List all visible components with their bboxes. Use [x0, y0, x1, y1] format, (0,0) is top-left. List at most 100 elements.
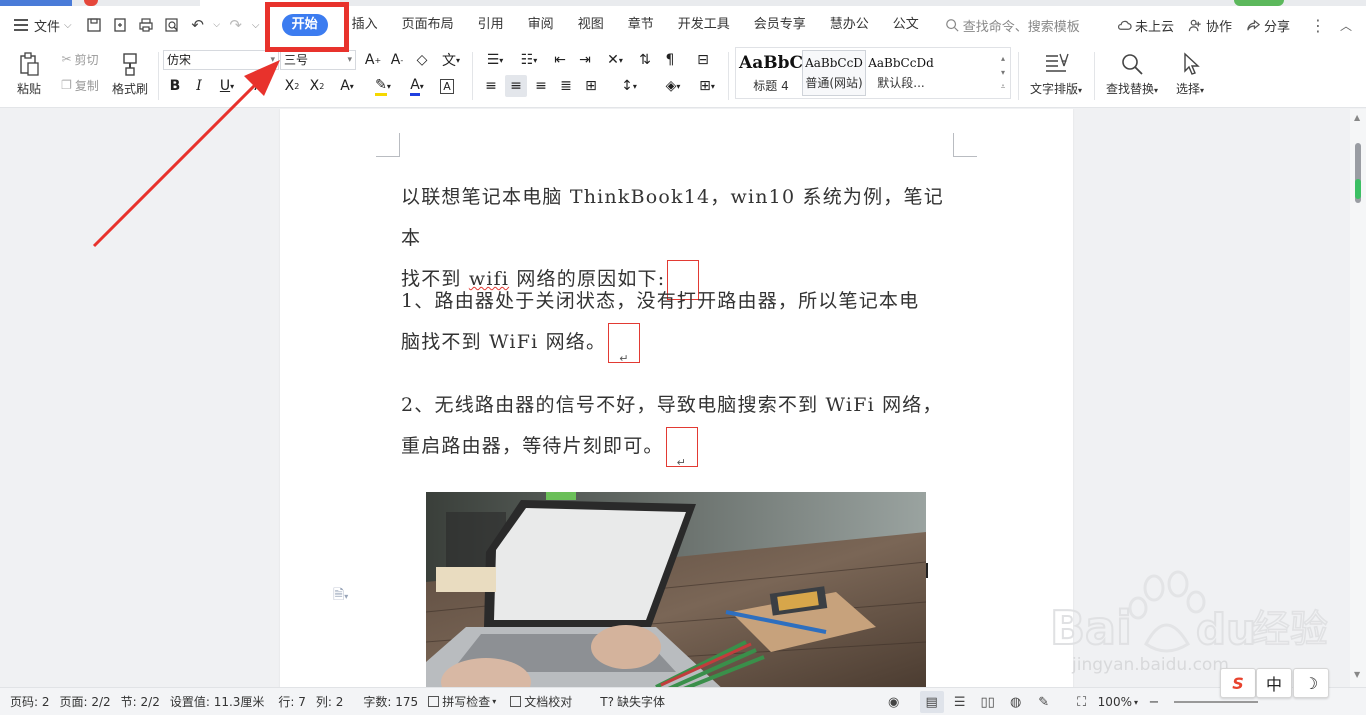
- superscript-icon[interactable]: X2: [281, 75, 303, 97]
- text-layout-button[interactable]: 文字排版▾: [1024, 48, 1088, 100]
- strikethrough-icon[interactable]: A ▾: [246, 75, 276, 97]
- decrease-font-icon[interactable]: A-: [386, 49, 408, 71]
- select-button[interactable]: 选择▾: [1168, 48, 1212, 100]
- paragraph-2[interactable]: 1、路由器处于关闭状态，没有打开路由器，所以笔记本电 脑找不到 WiFi 网络。…: [401, 281, 951, 365]
- undo-icon[interactable]: ↶: [186, 13, 210, 37]
- paragraph-3[interactable]: 2、无线路由器的信号不好，导致电脑搜索不到 WiFi 网络， 重启路由器，等待片…: [401, 385, 951, 469]
- tab-member[interactable]: 会员专享: [742, 6, 818, 44]
- status-row[interactable]: 行: 7: [278, 693, 306, 710]
- redo-icon[interactable]: ↷: [224, 13, 248, 37]
- command-search[interactable]: 查找命令、搜索模板: [945, 16, 1080, 35]
- subscript-icon[interactable]: X2: [306, 75, 328, 97]
- underline-icon[interactable]: U ▾: [212, 75, 242, 97]
- spellcheck-button[interactable]: 拼写检查 ▾: [428, 693, 496, 710]
- file-menu[interactable]: 文件: [34, 16, 60, 35]
- increase-indent-icon[interactable]: ⇥: [574, 49, 596, 71]
- distribute-icon[interactable]: ⊞: [580, 75, 602, 97]
- style-default-para[interactable]: AaBbCcDd 默认段...: [868, 50, 934, 96]
- ime-theme-toggle[interactable]: ☽: [1293, 668, 1329, 698]
- page-view-icon[interactable]: ▤: [919, 691, 944, 713]
- cut-button[interactable]: ✂ 剪切: [56, 50, 104, 68]
- vertical-scrollbar[interactable]: ▲ ▼: [1350, 109, 1366, 687]
- style-normal-web[interactable]: AaBbCcD 普通(网站): [802, 50, 866, 96]
- ime-sogou-icon[interactable]: S: [1220, 668, 1256, 698]
- chevron-down-icon[interactable]: ⌵: [64, 20, 72, 31]
- more-options-icon[interactable]: ⋮: [1310, 16, 1326, 35]
- copy-button[interactable]: ❐ 复制: [56, 76, 104, 94]
- laptop-photo[interactable]: [426, 492, 926, 687]
- document-page[interactable]: 以联想笔记本电脑 ThinkBook14，win10 系统为例，笔记本 找不到 …: [280, 109, 1073, 687]
- tab-view[interactable]: 视图: [566, 6, 616, 44]
- web-view-icon[interactable]: ◍: [1004, 691, 1028, 713]
- ime-language-toggle[interactable]: 中: [1256, 668, 1292, 698]
- zoom-slider[interactable]: [1174, 701, 1258, 703]
- tab-references[interactable]: 引用: [466, 6, 516, 44]
- line-spacing-icon[interactable]: ↕ ▾: [614, 75, 644, 97]
- align-center-icon[interactable]: ≡: [505, 75, 527, 97]
- zoom-level[interactable]: 100% ▾: [1098, 695, 1138, 709]
- eye-protection-icon[interactable]: ◉: [882, 691, 906, 713]
- clear-format-icon[interactable]: ◇: [411, 49, 433, 71]
- print-preview-icon[interactable]: [160, 13, 184, 37]
- collaborate-button[interactable]: 协作: [1188, 16, 1232, 35]
- sort-icon[interactable]: ⇅: [634, 49, 656, 71]
- numbered-list-icon[interactable]: ☷ ▾: [514, 49, 544, 71]
- shading-icon[interactable]: ◈ ▾: [658, 75, 688, 97]
- find-replace-button[interactable]: 查找替换▾: [1100, 48, 1164, 100]
- tab-official-doc[interactable]: 公文: [881, 6, 931, 44]
- scroll-up-icon[interactable]: ▲: [1354, 113, 1360, 122]
- tab-chapter[interactable]: 章节: [616, 6, 666, 44]
- increase-font-icon[interactable]: A +: [362, 49, 384, 71]
- align-left-icon[interactable]: ≡: [480, 75, 502, 97]
- status-section[interactable]: 节: 2/2: [121, 693, 160, 710]
- print-icon[interactable]: [134, 13, 158, 37]
- borders-icon[interactable]: ⊞ ▾: [692, 75, 722, 97]
- bold-icon[interactable]: B: [164, 75, 186, 97]
- hamburger-icon[interactable]: [14, 19, 28, 31]
- status-page-number[interactable]: 页码: 2: [10, 693, 50, 710]
- export-pdf-icon[interactable]: [108, 13, 132, 37]
- italic-icon[interactable]: I: [188, 75, 210, 97]
- status-col[interactable]: 列: 2: [316, 693, 344, 710]
- status-setting[interactable]: 设置值: 11.3厘米: [170, 693, 265, 710]
- share-button[interactable]: 分享: [1246, 16, 1290, 35]
- chinese-layout-icon[interactable]: ✕ ▾: [600, 49, 630, 71]
- write-mode-icon[interactable]: ✎: [1032, 691, 1056, 713]
- outline-view-icon[interactable]: ☰: [948, 691, 972, 713]
- font-color-icon[interactable]: A ▾: [402, 75, 432, 97]
- char-border-icon[interactable]: A: [436, 75, 458, 97]
- justify-icon[interactable]: ≣: [555, 75, 577, 97]
- tab-smart-office[interactable]: 慧办公: [818, 6, 881, 44]
- phonetic-guide-icon[interactable]: 文 ▾: [436, 49, 466, 71]
- style-heading4[interactable]: AaBbC 标题 4: [738, 50, 804, 96]
- format-painter-button[interactable]: 格式刷: [108, 48, 152, 100]
- fit-page-icon[interactable]: ⛶: [1070, 691, 1094, 713]
- collapse-ribbon-icon[interactable]: ︿: [1340, 17, 1352, 34]
- decrease-indent-icon[interactable]: ⇤: [549, 49, 571, 71]
- tab-page-layout[interactable]: 页面布局: [390, 6, 466, 44]
- status-word-count[interactable]: 字数: 175: [363, 693, 418, 710]
- font-size-select[interactable]: 三号 ▾: [280, 50, 356, 70]
- reading-view-icon[interactable]: ▯▯: [976, 691, 1000, 713]
- undo-dropdown-icon[interactable]: ⌵: [212, 13, 222, 37]
- status-pages[interactable]: 页面: 2/2: [60, 693, 111, 710]
- doc-proof-button[interactable]: 文档校对: [510, 693, 572, 710]
- more-quick-icon[interactable]: ⌵: [250, 13, 262, 37]
- missing-font-button[interactable]: T? 缺失字体: [600, 693, 665, 710]
- highlight-color-icon[interactable]: ✎ ▾: [368, 75, 398, 97]
- show-marks-icon[interactable]: ¶: [659, 49, 681, 71]
- tab-developer[interactable]: 开发工具: [666, 6, 742, 44]
- tab-stops-icon[interactable]: ⊟: [692, 49, 714, 71]
- align-right-icon[interactable]: ≡: [530, 75, 552, 97]
- bullet-list-icon[interactable]: ☰ ▾: [480, 49, 510, 71]
- document-options-icon[interactable]: 🗎▾: [333, 584, 348, 608]
- scroll-down-icon[interactable]: ▼: [1354, 670, 1360, 679]
- text-effect-icon[interactable]: A ▾: [332, 75, 362, 97]
- paste-button[interactable]: 粘贴: [8, 48, 50, 100]
- tab-review[interactable]: 审阅: [516, 6, 566, 44]
- font-name-select[interactable]: 仿宋 ▾: [163, 50, 279, 70]
- styles-scroll[interactable]: ▴ ▾ ⩡: [998, 52, 1008, 94]
- zoom-out-icon[interactable]: −: [1142, 691, 1166, 713]
- cloud-status-button[interactable]: 未上云: [1117, 16, 1174, 35]
- save-icon[interactable]: [82, 13, 106, 37]
